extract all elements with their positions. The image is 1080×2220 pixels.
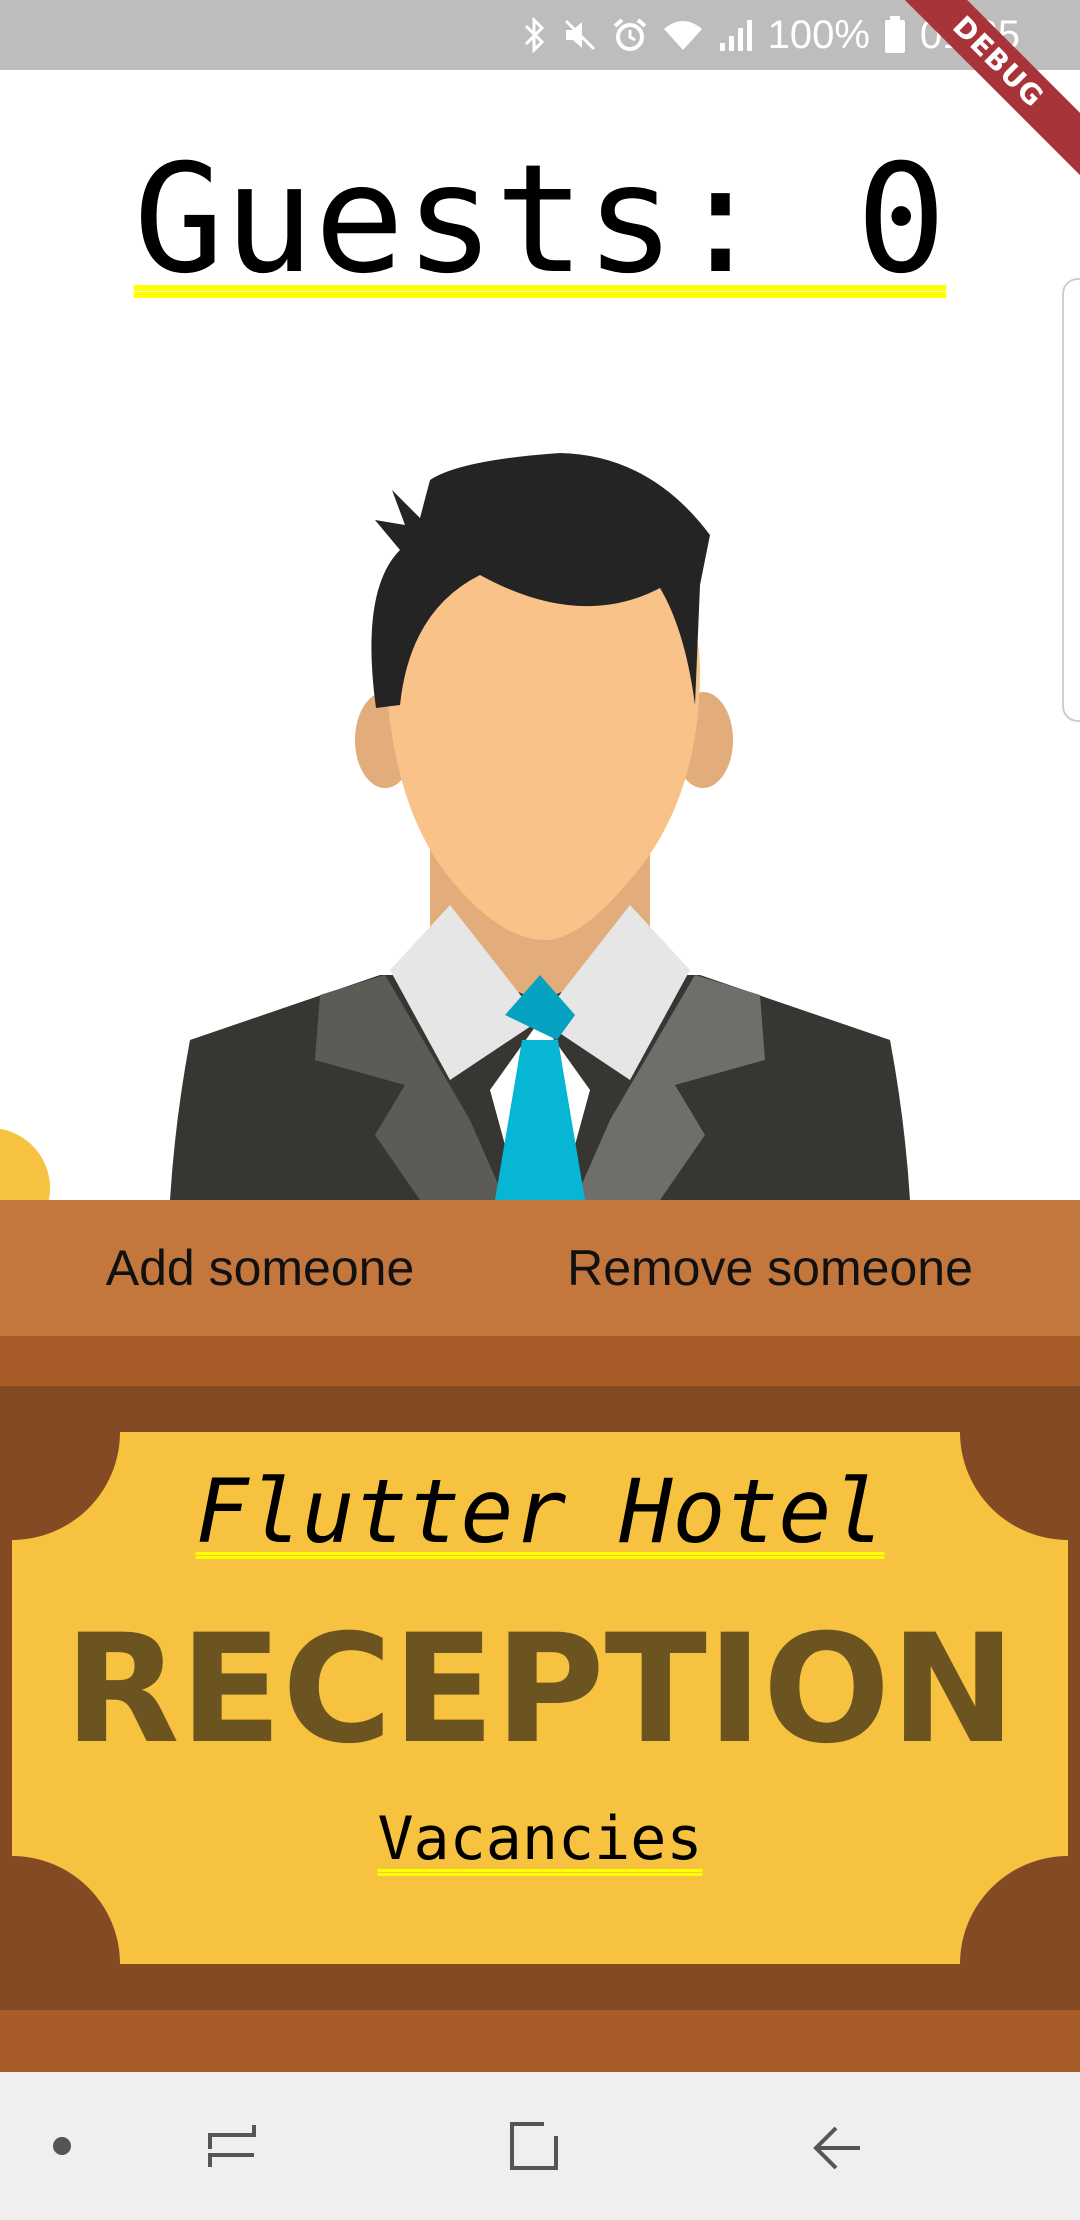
- guests-label: Guests: 0: [133, 133, 947, 307]
- nav-dot[interactable]: [2, 2072, 122, 2220]
- receptionist-illustration: [170, 453, 910, 1200]
- bluetooth-icon: [522, 17, 548, 53]
- edge-panel-handle[interactable]: [1062, 278, 1080, 722]
- home-icon: [510, 2122, 558, 2170]
- status-bar: 100% 01:35 DEBUG: [0, 0, 1080, 191]
- desk-bottom: [0, 2010, 1080, 2072]
- desk-band: [0, 1336, 1080, 1386]
- battery-icon: [884, 16, 906, 54]
- home-button[interactable]: [474, 2072, 594, 2220]
- signal-icon: [718, 17, 754, 53]
- screen: 100% 01:35 DEBUG Guests: 0: [0, 0, 1080, 2220]
- back-icon: [813, 2126, 860, 2170]
- recent-apps-button[interactable]: [172, 2072, 292, 2220]
- battery-percent: 100%: [767, 12, 870, 57]
- alarm-icon: [612, 17, 648, 53]
- wifi-icon: [662, 17, 704, 53]
- back-button[interactable]: [776, 2072, 896, 2220]
- dot-icon: [53, 2137, 71, 2155]
- recent-apps-icon: [208, 2125, 256, 2167]
- vacancy-status-text: Vacancies: [377, 1804, 703, 1874]
- navigation-bar: [0, 2072, 1080, 2220]
- hotel-name: Flutter Hotel: [0, 1462, 1080, 1562]
- hotel-name-text: Flutter Hotel: [195, 1460, 885, 1563]
- mute-icon: [562, 17, 598, 53]
- remove-someone-button[interactable]: Remove someone: [540, 1200, 1000, 1336]
- reception-title: RECEPTION: [64, 1603, 1016, 1777]
- vacancy-status: Vacancies: [0, 1804, 1080, 1874]
- guests-counter: Guests: 0: [0, 140, 1080, 300]
- add-someone-button[interactable]: Add someone: [60, 1200, 460, 1336]
